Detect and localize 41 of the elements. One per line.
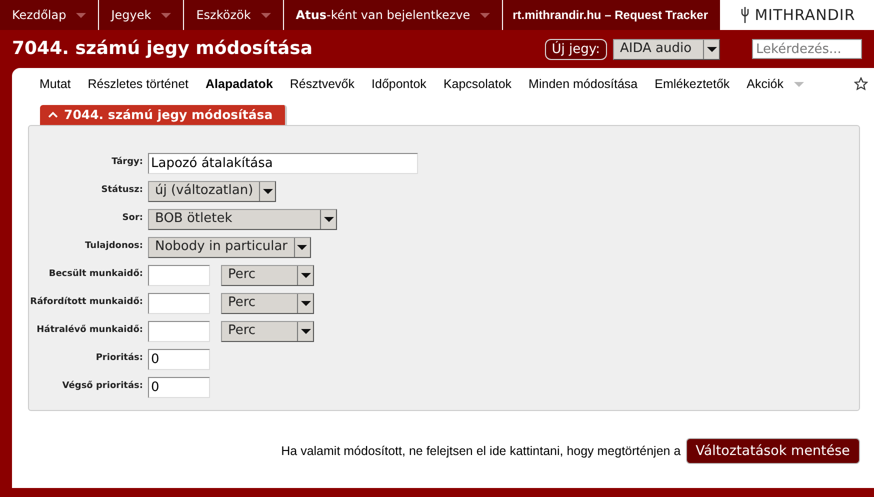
tab[interactable]: Minden módosítása [520, 74, 646, 94]
field-label: Sor: [121, 212, 144, 226]
unit-select[interactable]: Perc [221, 264, 314, 286]
tab[interactable]: Résztvevők [281, 74, 364, 94]
tab[interactable]: Akciók [738, 74, 812, 94]
input-field[interactable] [148, 320, 210, 342]
save-hint: Ha valamit módosított, ne felejtsen el ide kattintani, hogy megtörténjen a [281, 442, 681, 460]
input-field[interactable] [148, 264, 210, 286]
input-field[interactable]: 0 [148, 376, 210, 398]
tab[interactable]: Emlékeztetők [646, 74, 738, 94]
tab[interactable]: Kapcsolatok [434, 74, 520, 94]
tab[interactable]: Időpontok [363, 74, 435, 94]
logo: MITHRANDIR [720, 0, 874, 30]
save-button[interactable]: Változtatások mentése [686, 438, 860, 464]
field-label: Tulajdonos: [84, 240, 144, 254]
input-field[interactable]: 0 [148, 348, 210, 370]
select-field[interactable]: Nobody in particular [148, 236, 311, 258]
field-label: Prioritás: [94, 352, 144, 366]
input-field[interactable] [148, 292, 210, 314]
queue-select[interactable]: AIDA audio [613, 38, 720, 60]
select-field[interactable]: új (változatlan) [148, 180, 276, 202]
field-label: Hátralévő munkaidő: [36, 324, 144, 338]
select-field[interactable]: BOB ötletek [148, 208, 337, 230]
unit-select[interactable]: Perc [221, 320, 314, 342]
field-label: Ráfordított munkaidő: [29, 296, 144, 310]
site-title: rt.mithrandir.hu – Request Tracker [512, 7, 709, 24]
field-label: Tárgy: [110, 156, 144, 170]
tab[interactable]: Alapadatok [197, 74, 282, 94]
search-field[interactable]: Lekérdezés... [752, 39, 862, 59]
input-field[interactable]: Lapozó átalakítása [148, 152, 418, 174]
field-label: Becsült munkaidő: [48, 268, 144, 282]
chevron-icon [48, 111, 58, 119]
star-icon[interactable] [854, 77, 868, 91]
new-ticket-button[interactable]: Új jegy: [544, 38, 607, 60]
page-title: 7044. számú jegy módosítása [12, 38, 313, 60]
field-label: Végső prioritás: [61, 380, 144, 394]
unit-select[interactable]: Perc [221, 292, 314, 314]
tab[interactable]: Részletes történet [79, 74, 198, 94]
field-label: Státusz: [100, 184, 144, 198]
tab[interactable]: Mutat [31, 74, 80, 94]
panel-tab[interactable]: 7044. számú jegy módosítása [40, 105, 287, 125]
